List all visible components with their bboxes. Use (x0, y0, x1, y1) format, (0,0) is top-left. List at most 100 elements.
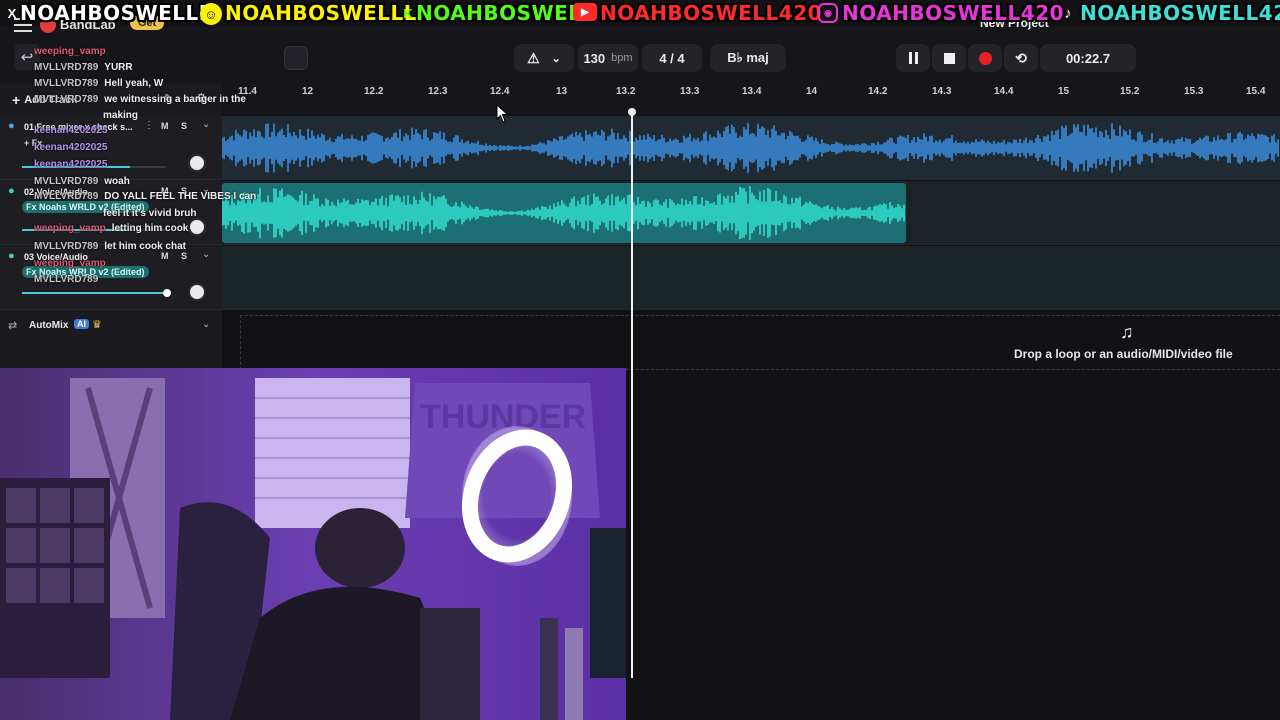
ruler-tick-label: 13.2 (616, 86, 636, 97)
ruler-tick-label: 12.4 (490, 86, 510, 97)
metronome-button[interactable]: ⚠ ⌄ (514, 44, 574, 72)
plus-icon: + (12, 92, 21, 108)
webcam-feed: THUNDER (0, 368, 626, 720)
time-display: 00:22.7 (1040, 44, 1136, 72)
more-icon[interactable]: ⋮ (144, 120, 154, 131)
volume-slider[interactable] (22, 166, 166, 168)
back-icon[interactable]: ↩ (14, 44, 40, 70)
solo-button[interactable]: S (181, 121, 187, 131)
time-value: 00:22.7 (1065, 50, 1111, 66)
kick-handle: NOAHBOSWELL (416, 1, 595, 25)
pan-knob[interactable] (188, 283, 206, 301)
mic-icon: ● (8, 120, 15, 132)
volume-slider[interactable] (22, 292, 166, 294)
pause-button[interactable] (896, 44, 930, 72)
ruler-tick-label: 15.4 (1246, 86, 1266, 97)
track-header-3[interactable]: ● 03 Voice/Audio M S ⌄ Fx Noahs WRLD v2 … (0, 246, 222, 310)
pause-icon (908, 52, 918, 64)
track-lane-2[interactable] (222, 181, 1280, 245)
track-header-1[interactable]: ● 01 Free mixer x check s... ⋮ M S ⌄ + F… (0, 116, 222, 180)
tools-icon[interactable]: ⚙ (196, 91, 207, 105)
instagram-icon: ◉ (818, 3, 838, 23)
waveform (222, 186, 905, 240)
menu-icon[interactable] (14, 18, 32, 32)
mixer-icon: ⇄ (8, 320, 18, 332)
mute-button[interactable]: M (161, 186, 169, 196)
volume-thumb[interactable] (163, 289, 171, 297)
project-title[interactable]: New Project (980, 16, 1049, 30)
chevron-down-icon[interactable]: ⌄ (202, 119, 210, 130)
crown-icon: ♛ (92, 319, 102, 331)
drop-zone-label: Drop a loop or an audio/MIDI/video file (1014, 347, 1233, 361)
time-signature-field[interactable]: 4 / 4 (642, 44, 702, 72)
mouse-cursor-icon (496, 104, 509, 123)
ruler-tick-label: 14.2 (868, 86, 888, 97)
ruler-tick-label: 13.4 (742, 86, 762, 97)
fx-chip[interactable]: Fx Noahs WRLD v2 (Edited) (22, 266, 149, 278)
chevron-down-icon[interactable]: ⌄ (202, 249, 210, 260)
add-track-button[interactable]: + Add Track (12, 90, 92, 110)
record-button[interactable] (968, 44, 1002, 72)
edit-icon[interactable]: ✎ (164, 92, 173, 105)
solo-button[interactable]: S (181, 251, 187, 261)
ruler-tick-label: 13 (556, 86, 568, 97)
ruler-tick-label: 14.3 (932, 86, 952, 97)
mic-icon: ● (8, 185, 15, 197)
mute-button[interactable]: M (161, 251, 169, 261)
key-field[interactable]: B♭ maj (710, 44, 786, 72)
top-bar: BandLab Get New Project ↩ ⚠ ⌄ 130 bpm 4 … (0, 16, 1280, 86)
key-value: B♭ maj (727, 50, 769, 65)
snapchat-handle: NOAHBOSWELLL (225, 1, 418, 25)
time-signature: 4 / 4 (659, 50, 685, 66)
bpm-value: 130 (583, 50, 606, 66)
volume-slider[interactable] (22, 229, 166, 231)
playhead[interactable] (631, 110, 633, 678)
audio-region-1[interactable] (222, 116, 1280, 180)
mute-button[interactable]: M (161, 121, 169, 131)
fx-button[interactable]: + Fx (24, 138, 42, 148)
browser-icon[interactable] (284, 46, 308, 70)
bpm-field[interactable]: 130 bpm (578, 44, 638, 72)
ruler-tick-label: 12.2 (364, 86, 384, 97)
ruler-tick-label: 12 (302, 86, 314, 97)
tiktok-handle: NOAHBOSWELL420 (1080, 1, 1280, 25)
ruler-tick-label: 13.3 (680, 86, 700, 97)
track-name[interactable]: 03 Voice/Audio (24, 252, 88, 262)
pan-knob[interactable] (188, 154, 206, 172)
kick-icon: K (403, 5, 413, 21)
bpm-unit: bpm (611, 52, 633, 64)
stop-button[interactable] (932, 44, 966, 72)
track-panel: + Add Track ✎ ⚙ ● 01 Free mixer x check … (0, 84, 222, 368)
chevron-down-icon[interactable]: ⌄ (202, 319, 210, 330)
track-header-2[interactable]: ● 02 Voice/Audio M S ⌄ Fx Noahs WRLD v2 … (0, 181, 222, 245)
chevron-down-icon: ⌄ (551, 52, 561, 65)
get-badge[interactable]: Get (130, 16, 165, 30)
youtube-icon: ▶ (573, 3, 597, 21)
track-lane-3[interactable] (222, 246, 1280, 310)
ruler-tick-label: 15 (1058, 86, 1070, 97)
solo-button[interactable]: S (181, 186, 187, 196)
loop-button[interactable]: ⟲ (1004, 44, 1038, 72)
audio-region-2[interactable] (222, 183, 906, 243)
ruler-tick-label: 15.3 (1184, 86, 1204, 97)
loop-icon: ⟲ (1015, 49, 1027, 66)
ruler-tick-label: 14.4 (994, 86, 1014, 97)
social-banner: X NOAHBOSWELLL ☺ NOAHBOSWELLL K NOAHBOSW… (0, 0, 1280, 26)
track-name[interactable]: 02 Voice/Audio (24, 187, 88, 197)
ruler-tick-label: 11.4 (238, 86, 257, 97)
automix-label: AutoMix (29, 320, 69, 331)
automix-row[interactable]: ⇄ AutoMix AI ♛ ⌄ (0, 316, 222, 338)
track-lane-1[interactable] (222, 116, 1280, 180)
track-name[interactable]: 01 Free mixer x check s... (24, 122, 133, 132)
chevron-down-icon[interactable]: ⌄ (202, 184, 210, 195)
add-track-label: Add Track (24, 94, 78, 106)
ruler-tick-label: 12.3 (428, 86, 448, 97)
pan-knob[interactable] (188, 218, 206, 236)
ai-badge: AI (74, 319, 89, 329)
fx-chip[interactable]: Fx Noahs WRLD v2 (Edited) (22, 201, 149, 213)
tiktok-icon: ♪ (1064, 4, 1072, 22)
webcam-scene: THUNDER (0, 368, 626, 720)
ruler-tick-label: 15.2 (1120, 86, 1140, 97)
timeline-ruler[interactable]: 11.4 12 12.2 12.3 12.4 13 13.2 13.3 13.4 14 14.2 14… (222, 84, 1280, 114)
add-music-icon: ♫ (1120, 322, 1134, 342)
